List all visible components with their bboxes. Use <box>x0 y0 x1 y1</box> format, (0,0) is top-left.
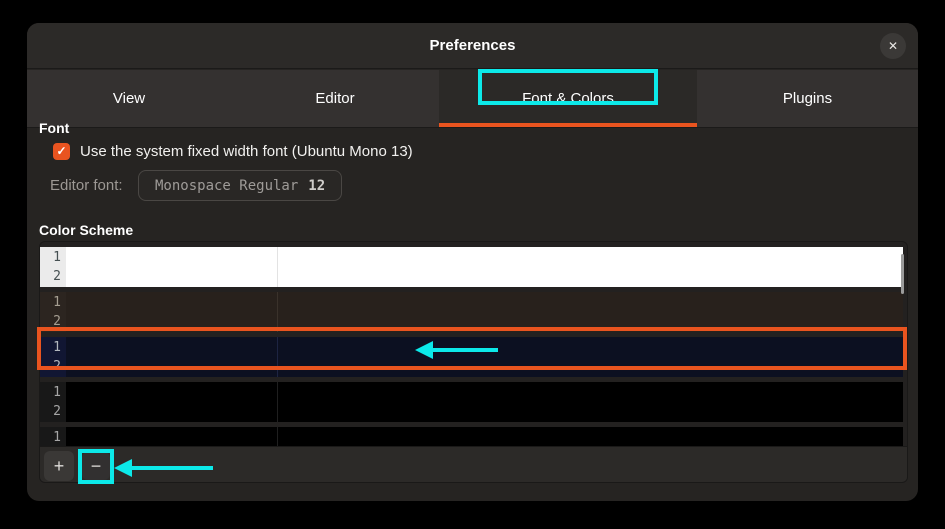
minus-icon: − <box>91 456 102 477</box>
right-margin-line <box>277 427 278 446</box>
right-margin-line <box>277 247 278 287</box>
scheme-row-black-pearl-ii[interactable]: 1 2 /* Black Pearl II */ #include <gtkso… <box>40 427 903 446</box>
font-size-value: 12 <box>308 178 325 194</box>
scheme-action-bar: + − <box>40 446 907 483</box>
line-number: 1 <box>40 293 61 312</box>
code-preview: /* Blackboard */ #include <gtksourceview… <box>66 337 355 377</box>
titlebar: Preferences ✕ <box>27 23 918 69</box>
line-number-gutter: 1 2 <box>40 292 66 332</box>
system-font-checkbox[interactable]: ✓ <box>53 143 70 160</box>
color-scheme-heading: Color Scheme <box>39 222 133 238</box>
tab-font-and-colors[interactable]: Font & Colors <box>439 70 697 127</box>
scheme-row-bespin[interactable]: 1 2 /* Bespin */ #include <gtksourceview… <box>40 292 903 332</box>
line-number: 1 <box>40 383 61 402</box>
scheme-row-bbedit[interactable]: 1 2 /* BBEdit */ #include <gtksourceview… <box>40 247 903 287</box>
list-scrollbar[interactable] <box>901 254 904 294</box>
scheme-row-black-pearl[interactable]: 1 2 /* Black Pearl */ #include <gtksourc… <box>40 382 903 422</box>
system-font-checkbox-label: Use the system fixed width font (Ubuntu … <box>80 143 413 160</box>
close-button[interactable]: ✕ <box>880 33 906 59</box>
color-scheme-rows: 1 2 /* BBEdit */ #include <gtksourceview… <box>40 242 907 446</box>
remove-scheme-button[interactable]: − <box>82 452 110 480</box>
line-number: 2 <box>40 402 61 421</box>
line-number-gutter: 1 2 <box>40 247 66 287</box>
line-number-gutter: 1 2 <box>40 337 66 377</box>
line-number: 2 <box>40 312 61 331</box>
code-preview: /* BBEdit */ #include <gtksourceview/gtk… <box>66 247 355 287</box>
line-number-gutter: 1 2 <box>40 427 66 446</box>
line-number: 2 <box>40 357 61 376</box>
close-icon: ✕ <box>888 39 898 53</box>
font-section-heading: Font <box>39 120 69 136</box>
line-number-gutter: 1 2 <box>40 382 66 422</box>
right-margin-line <box>277 382 278 422</box>
system-font-checkbox-row[interactable]: ✓ Use the system fixed width font (Ubunt… <box>53 142 413 160</box>
add-scheme-button[interactable]: + <box>44 451 74 481</box>
tab-label: Editor <box>315 90 354 107</box>
editor-font-button[interactable]: Monospace Regular 12 <box>138 170 342 201</box>
check-icon: ✓ <box>56 144 66 158</box>
scheme-row-blackboard-selected[interactable]: 1 2 /* Blackboard */ #include <gtksource… <box>40 337 903 377</box>
editor-font-row: Editor font: Monospace Regular 12 <box>50 170 342 201</box>
tab-plugins[interactable]: Plugins <box>697 70 918 127</box>
tab-bar: View Editor Font & Colors Plugins <box>27 70 918 128</box>
right-margin-line <box>277 337 278 377</box>
tab-label: View <box>113 90 145 107</box>
line-number: 1 <box>40 428 61 446</box>
tab-editor[interactable]: Editor <box>231 70 439 127</box>
tab-label: Plugins <box>783 90 832 107</box>
dialog-title: Preferences <box>430 37 516 54</box>
tab-view[interactable]: View <box>27 70 231 127</box>
editor-font-label: Editor font: <box>50 177 138 194</box>
code-preview: /* Black Pearl II */ #include <gtksource… <box>66 427 355 446</box>
line-number: 1 <box>40 338 61 357</box>
code-preview: /* Bespin */ #include <gtksourceview/gtk… <box>66 292 355 332</box>
screen: Preferences ✕ View Editor Font & Colors … <box>0 0 945 529</box>
preferences-dialog: Preferences ✕ View Editor Font & Colors … <box>27 23 918 501</box>
plus-icon: + <box>54 456 65 477</box>
font-and-colors-page: Font ✓ Use the system fixed width font (… <box>27 129 918 501</box>
code-preview: /* Black Pearl */ #include <gtksourcevie… <box>66 382 355 422</box>
font-name: Monospace Regular <box>155 178 298 194</box>
color-scheme-list: 1 2 /* BBEdit */ #include <gtksourceview… <box>39 241 908 483</box>
tab-label: Font & Colors <box>522 90 614 107</box>
line-number: 2 <box>40 267 61 286</box>
line-number: 1 <box>40 248 61 267</box>
right-margin-line <box>277 292 278 332</box>
active-tab-indicator <box>439 123 697 127</box>
